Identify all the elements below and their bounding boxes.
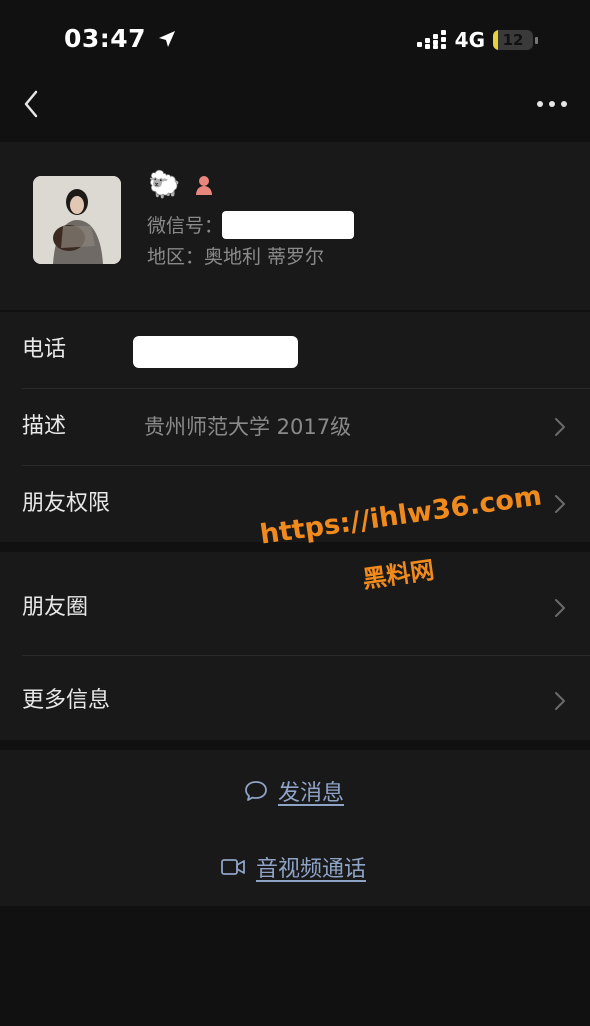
audio-video-call-label: 音视频通话: [256, 857, 367, 882]
female-person-icon: [193, 174, 215, 196]
more-info-label: 更多信息: [22, 688, 111, 713]
moments-section: 朋友圈 更多信息: [0, 552, 590, 740]
signal-dots-icon: [416, 30, 446, 49]
status-indicators: 4G 12: [416, 26, 538, 54]
network-type: 4G: [454, 28, 485, 52]
moments-label: 朋友圈: [22, 595, 89, 620]
redacted-phone-number: [133, 336, 298, 368]
avatar[interactable]: [33, 176, 121, 264]
chevron-left-icon: [24, 90, 38, 118]
video-camera-icon: [221, 859, 245, 875]
nickname: 🐑: [148, 170, 181, 200]
friend-permissions-label: 朋友权限: [22, 491, 111, 516]
description-value: 贵州师范大学 2017级: [144, 415, 352, 439]
more-info-row[interactable]: 更多信息: [0, 663, 590, 739]
status-time: 03:47: [64, 24, 177, 53]
location-arrow-icon: [159, 31, 176, 47]
send-message-button[interactable]: 发消息: [244, 774, 344, 808]
wechat-id-label: 微信号：: [147, 215, 224, 237]
chevron-right-icon: [555, 495, 565, 513]
time-text: 03:47: [64, 24, 147, 53]
region: 地区：奥地利 蒂罗尔: [147, 246, 325, 268]
divider: [22, 655, 590, 656]
moments-row[interactable]: 朋友圈: [0, 570, 590, 646]
redacted-wechat-id: [222, 211, 354, 239]
chevron-right-icon: [555, 599, 565, 617]
audio-video-call-button[interactable]: 音视频通话: [220, 850, 366, 884]
chevron-right-icon: [555, 692, 565, 710]
back-button[interactable]: [18, 88, 48, 120]
more-button[interactable]: [534, 92, 570, 116]
description-row[interactable]: 描述 贵州师范大学 2017级: [0, 389, 590, 465]
description-label: 描述: [22, 414, 67, 439]
battery-icon: 12: [493, 30, 533, 50]
ellipsis-icon: [537, 101, 567, 107]
chat-bubble-icon: [245, 781, 267, 801]
battery-cap: [535, 36, 538, 44]
send-message-label: 发消息: [278, 781, 345, 806]
phone-label: 电话: [22, 337, 67, 362]
battery-percent: 12: [502, 31, 524, 49]
avatar-photo: [33, 176, 121, 264]
chevron-right-icon: [555, 418, 565, 436]
